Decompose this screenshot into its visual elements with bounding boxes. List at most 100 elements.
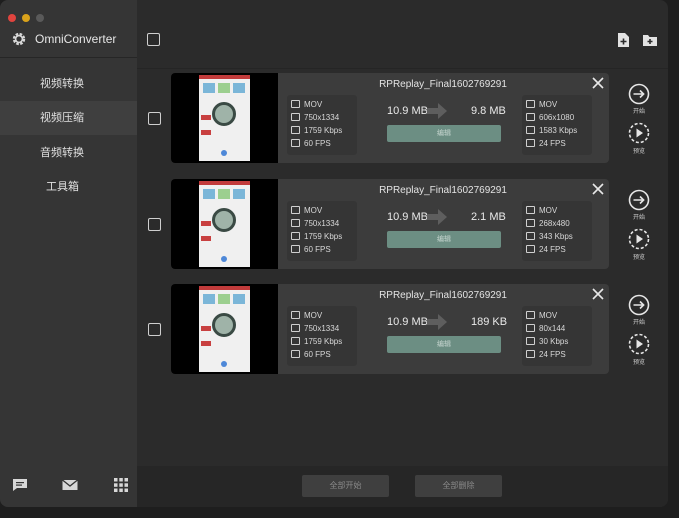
add-folder-icon[interactable] — [642, 32, 658, 48]
sidebar-item-video-convert[interactable]: 视频转换 — [0, 67, 137, 101]
output-bitrate: 1583 Kbps — [526, 125, 577, 137]
resolution-icon — [526, 324, 535, 332]
output-bitrate: 343 Kbps — [526, 231, 573, 243]
output-bitrate: 30 Kbps — [526, 336, 568, 348]
output-size: 2.1 MB — [471, 211, 506, 223]
preview-icon[interactable] — [628, 333, 650, 355]
close-icon[interactable] — [591, 287, 605, 301]
input-bitrate: 1759 Kbps — [291, 231, 342, 243]
sidebar-item-label: 视频压缩 — [40, 112, 84, 124]
chat-icon[interactable] — [11, 476, 29, 494]
gear-icon[interactable] — [11, 31, 27, 47]
bitrate-icon — [291, 232, 300, 240]
preview-label: 预览 — [632, 255, 645, 261]
fps-icon — [526, 245, 535, 253]
output-info-panel: MOV 268x480 343 Kbps 24 FPS — [522, 201, 592, 261]
input-fps: 60 FPS — [291, 244, 331, 256]
resolution-icon — [291, 324, 300, 332]
preview-icon[interactable] — [628, 122, 650, 144]
task-checkbox[interactable] — [148, 218, 161, 231]
start-icon[interactable] — [628, 189, 650, 211]
delete-all-button[interactable]: 全部删除 — [415, 475, 502, 497]
sidebar-item-audio-convert[interactable]: 音频转换 — [0, 136, 137, 170]
task-checkbox[interactable] — [148, 323, 161, 336]
add-file-icon[interactable] — [615, 32, 631, 48]
bitrate-icon — [526, 232, 535, 240]
sidebar-item-label: 视频转换 — [40, 78, 84, 90]
start-icon[interactable] — [628, 294, 650, 316]
output-resolution: 268x480 — [526, 218, 570, 230]
app-window: OmniConverter 视频转换 视频压缩 音频转换 工具箱 RPRepla… — [0, 0, 668, 507]
output-format: MOV — [526, 310, 557, 322]
edit-button[interactable]: 编辑 — [387, 125, 501, 142]
fps-icon — [526, 139, 535, 147]
input-format: MOV — [291, 99, 322, 111]
task-checkbox[interactable] — [148, 112, 161, 125]
output-fps: 24 FPS — [526, 138, 566, 150]
output-info-panel: MOV 606x1080 1583 Kbps 24 FPS — [522, 95, 592, 155]
input-bitrate: 1759 Kbps — [291, 125, 342, 137]
bitrate-icon — [291, 337, 300, 345]
input-format: MOV — [291, 310, 322, 322]
preview-label: 预览 — [632, 149, 645, 155]
input-info-panel: MOV 750x1334 1759 Kbps 60 FPS — [287, 201, 357, 261]
zoom-window-button[interactable] — [36, 14, 44, 22]
output-format: MOV — [526, 205, 557, 217]
input-info-panel: MOV 750x1334 1759 Kbps 60 FPS — [287, 95, 357, 155]
close-icon[interactable] — [591, 182, 605, 196]
bitrate-icon — [526, 126, 535, 134]
output-fps: 24 FPS — [526, 349, 566, 361]
file-name: RPReplay_Final1602769291 — [379, 290, 507, 301]
sidebar-item-label: 工具箱 — [46, 181, 79, 193]
minimize-window-button[interactable] — [22, 14, 30, 22]
thumbnail-image — [199, 286, 250, 372]
film-icon — [526, 206, 535, 214]
start-label: 开始 — [632, 320, 645, 326]
input-format: MOV — [291, 205, 322, 217]
edit-button[interactable]: 编辑 — [387, 336, 501, 353]
edit-button[interactable]: 编辑 — [387, 231, 501, 248]
close-icon[interactable] — [591, 76, 605, 90]
mail-icon[interactable] — [61, 476, 79, 494]
preview-label: 预览 — [632, 360, 645, 366]
film-icon — [291, 100, 300, 108]
output-resolution: 606x1080 — [526, 112, 574, 124]
video-thumbnail[interactable] — [171, 73, 278, 163]
task-card: RPReplay_Final1602769291 MOV 750x1334 17… — [171, 284, 609, 374]
film-icon — [291, 206, 300, 214]
task-card: RPReplay_Final1602769291 MOV 750x1334 17… — [171, 179, 609, 269]
sidebar-item-video-compress[interactable]: 视频压缩 — [0, 101, 137, 135]
film-icon — [526, 100, 535, 108]
video-thumbnail[interactable] — [171, 284, 278, 374]
file-name: RPReplay_Final1602769291 — [379, 185, 507, 196]
app-name: OmniConverter — [35, 32, 117, 46]
input-info-panel: MOV 750x1334 1759 Kbps 60 FPS — [287, 306, 357, 366]
sidebar: OmniConverter 视频转换 视频压缩 音频转换 工具箱 — [0, 0, 137, 507]
file-name: RPReplay_Final1602769291 — [379, 79, 507, 90]
preview-icon[interactable] — [628, 228, 650, 250]
start-icon[interactable] — [628, 83, 650, 105]
bitrate-icon — [526, 337, 535, 345]
resolution-icon — [291, 113, 300, 121]
select-all-checkbox[interactable] — [147, 33, 160, 46]
input-bitrate: 1759 Kbps — [291, 336, 342, 348]
output-size: 9.8 MB — [471, 105, 506, 117]
close-window-button[interactable] — [8, 14, 16, 22]
fps-icon — [291, 139, 300, 147]
arrow-right-icon — [427, 103, 447, 119]
input-fps: 60 FPS — [291, 349, 331, 361]
output-info-panel: MOV 80x144 30 Kbps 24 FPS — [522, 306, 592, 366]
video-thumbnail[interactable] — [171, 179, 278, 269]
arrow-right-icon — [427, 209, 447, 225]
input-resolution: 750x1334 — [291, 112, 339, 124]
sidebar-item-toolbox[interactable]: 工具箱 — [0, 170, 137, 204]
fps-icon — [526, 350, 535, 358]
thumbnail-image — [199, 181, 250, 267]
task-card: RPReplay_Final1602769291 MOV 750x1334 17… — [171, 73, 609, 163]
grid-icon[interactable] — [112, 476, 130, 494]
film-icon — [526, 311, 535, 319]
bitrate-icon — [291, 126, 300, 134]
output-resolution: 80x144 — [526, 323, 565, 335]
input-fps: 60 FPS — [291, 138, 331, 150]
start-all-button[interactable]: 全部开始 — [302, 475, 389, 497]
